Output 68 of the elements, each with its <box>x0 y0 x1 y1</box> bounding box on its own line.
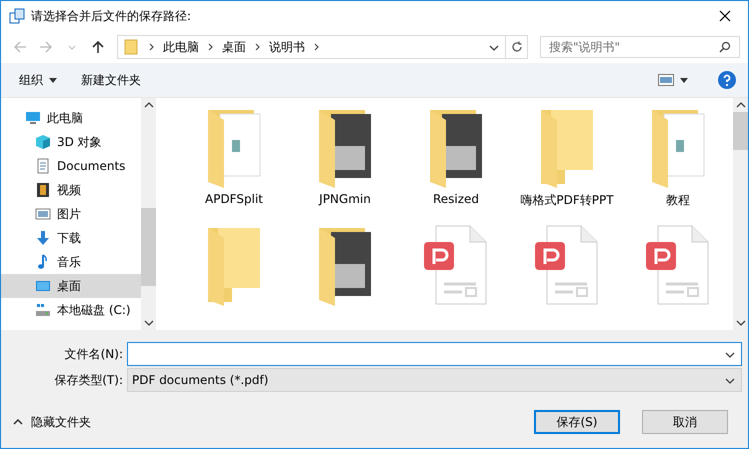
search-field[interactable]: 搜索"说明书" <box>540 36 740 58</box>
refresh-icon <box>510 41 522 53</box>
chevron-down-icon <box>725 378 735 384</box>
navigation-item[interactable]: Documents <box>1 154 141 178</box>
breadcrumb-item[interactable]: 此电脑 <box>159 37 203 57</box>
help-button[interactable] <box>718 71 736 89</box>
document-icon <box>35 158 51 174</box>
navigation-item[interactable]: 视频 <box>1 178 141 202</box>
navigation-item[interactable]: 图片 <box>1 202 141 226</box>
dropdown-triangle-icon <box>680 78 688 82</box>
picture-icon <box>35 206 51 222</box>
window-title: 请选择合并后文件的保存路径: <box>31 8 192 24</box>
scrollbar-thumb[interactable] <box>733 112 748 150</box>
file-item[interactable]: APDFSplit <box>181 106 287 218</box>
search-icon <box>719 41 731 53</box>
chevron-right-icon <box>255 43 260 51</box>
navigation-item[interactable]: 桌面 <box>1 274 141 298</box>
chevron-right-icon <box>314 43 319 51</box>
sidebar-scrollbar[interactable] <box>141 98 156 330</box>
chevron-up-icon <box>736 102 746 108</box>
file-item[interactable]: 嗨格式PDF转PPT <box>514 106 620 218</box>
help-icon <box>718 71 736 89</box>
chevron-right-icon <box>208 43 213 51</box>
navigation-item[interactable]: 音乐 <box>1 250 141 274</box>
chevron-down-icon <box>68 44 76 50</box>
cube-icon <box>35 134 51 150</box>
app-icon <box>9 8 25 24</box>
dropdown-triangle-icon <box>49 78 57 82</box>
forward-arrow-icon <box>39 40 53 54</box>
filename-field[interactable] <box>127 342 742 366</box>
file-item[interactable]: Resized <box>403 106 509 218</box>
view-options-button[interactable] <box>658 74 688 86</box>
file-item[interactable]: JPNGmin <box>292 106 398 218</box>
scrollbar-thumb[interactable] <box>141 208 156 286</box>
breadcrumb-item[interactable]: 桌面 <box>218 37 250 57</box>
file-item[interactable]: 教程 <box>625 106 731 218</box>
file-type-label: 保存类型(T): <box>53 372 124 388</box>
chevron-up-icon <box>13 419 23 425</box>
new-folder-button[interactable]: 新建文件夹 <box>81 72 141 88</box>
breadcrumb-item[interactable]: 说明书 <box>265 37 309 57</box>
address-bar[interactable]: 此电脑 桌面 说明书 <box>117 35 528 59</box>
back-arrow-icon <box>13 40 27 54</box>
chevron-up-icon <box>144 102 154 108</box>
cancel-button[interactable]: 取消 <box>642 410 728 434</box>
picture-icon <box>658 74 674 86</box>
monitor-icon <box>25 110 41 126</box>
hide-folders-button[interactable]: 隐藏文件夹 <box>13 414 91 430</box>
download-arrow-icon <box>35 230 51 246</box>
navigation-item[interactable]: 下载 <box>1 226 141 250</box>
folder-icon <box>124 39 138 55</box>
filename-label: 文件名(N): <box>64 346 124 362</box>
chevron-down-icon <box>489 45 499 51</box>
save-button[interactable]: 保存(S) <box>534 410 620 434</box>
drive-icon <box>35 302 51 318</box>
navigation-item[interactable]: 本地磁盘 (C:) <box>1 298 141 322</box>
desktop-icon <box>35 278 51 294</box>
navigation-item[interactable]: 此电脑 <box>1 106 141 130</box>
chevron-down-icon <box>144 320 154 326</box>
chevron-right-icon <box>149 43 154 51</box>
chevron-down-icon <box>736 320 746 326</box>
navigation-item[interactable]: 3D 对象 <box>1 130 141 154</box>
file-type-dropdown[interactable]: PDF documents (*.pdf) <box>127 368 742 392</box>
film-icon <box>35 182 51 198</box>
close-icon <box>719 10 731 22</box>
organize-menu-button[interactable]: 组织 <box>19 72 57 88</box>
chevron-down-icon <box>725 352 735 358</box>
up-arrow-icon <box>91 40 105 54</box>
content-scrollbar[interactable] <box>733 98 748 330</box>
